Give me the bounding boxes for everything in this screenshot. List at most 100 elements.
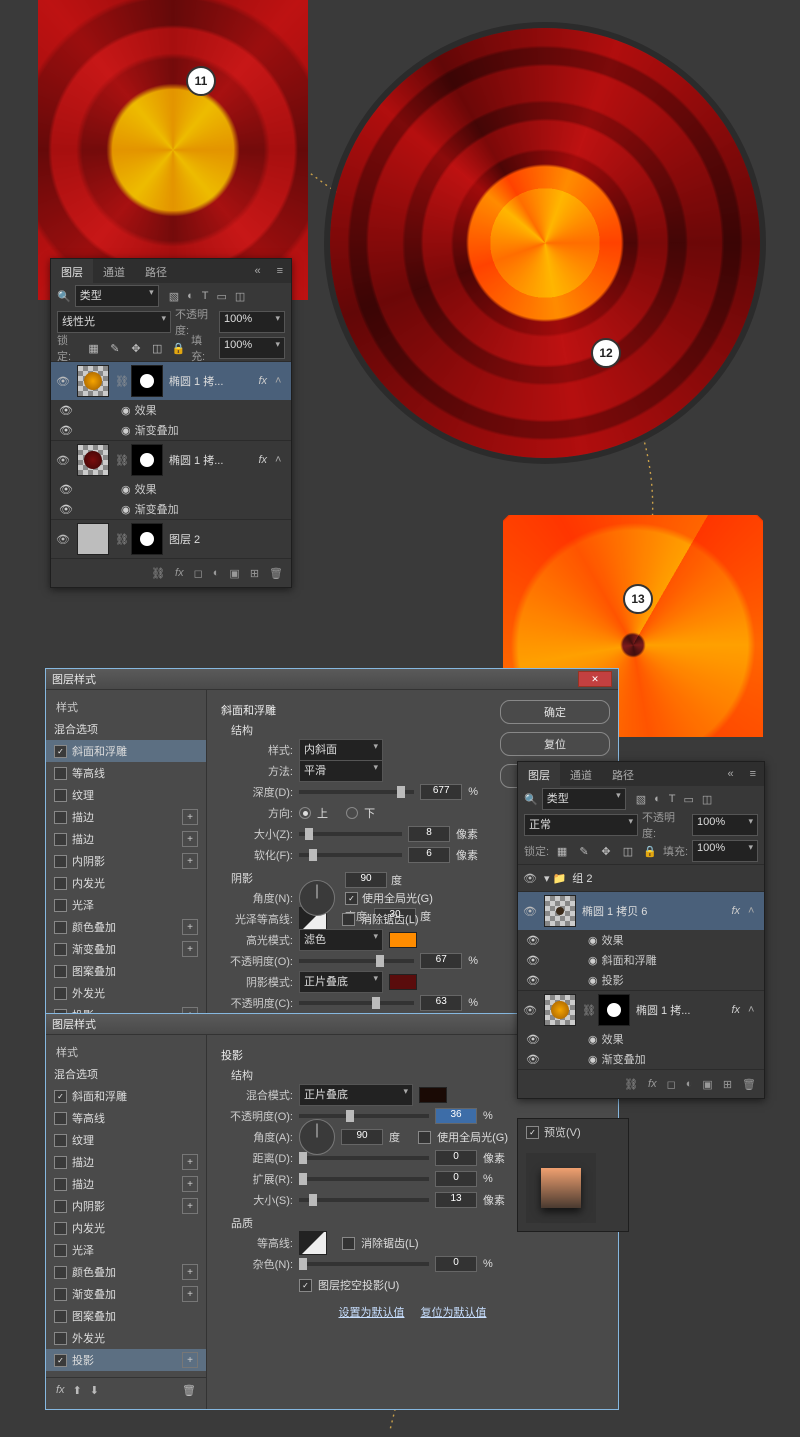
- reset-default-button[interactable]: 复位为默认值: [421, 1304, 487, 1320]
- visibility-icon[interactable]: 👁: [59, 404, 75, 417]
- inner-glow-item[interactable]: 内发光: [46, 872, 206, 894]
- satin-item[interactable]: 光泽: [46, 894, 206, 916]
- angle-input[interactable]: 90: [345, 872, 387, 888]
- knockout-checkbox[interactable]: ✓: [299, 1279, 312, 1292]
- bevel-item[interactable]: ✓斜面和浮雕: [46, 1085, 206, 1107]
- group-row[interactable]: 👁 ▾ 📁 组 2: [518, 864, 764, 891]
- add-icon[interactable]: +: [182, 919, 198, 935]
- layer-mask-thumb[interactable]: [598, 994, 630, 1026]
- depth-input[interactable]: 677: [420, 784, 462, 800]
- highlight-color-swatch[interactable]: [389, 932, 417, 948]
- opacity-input[interactable]: 100%: [219, 311, 285, 333]
- outer-glow-item[interactable]: 外发光: [46, 982, 206, 1004]
- outer-glow-item[interactable]: 外发光: [46, 1327, 206, 1349]
- global-light-checkbox[interactable]: ✓: [345, 892, 358, 905]
- filter-pixel-icon[interactable]: ▧: [169, 290, 179, 303]
- lock-artboard-icon[interactable]: ◫: [149, 339, 166, 357]
- panel-menu-icon[interactable]: ≡: [269, 259, 291, 283]
- add-icon[interactable]: +: [182, 941, 198, 957]
- layer-name[interactable]: 椭圆 1 拷...: [169, 373, 252, 389]
- tab-channels[interactable]: 通道: [93, 259, 135, 283]
- filter-adjust-icon[interactable]: ◐: [654, 793, 661, 805]
- filter-shape-icon[interactable]: ▭: [684, 793, 694, 806]
- inner-shadow-item[interactable]: 内阴影+: [46, 1195, 206, 1217]
- grad-overlay-item[interactable]: 渐变叠加+: [46, 1283, 206, 1305]
- filter-pixel-icon[interactable]: ▧: [636, 793, 646, 806]
- layer-name[interactable]: 椭圆 1 拷...: [636, 1002, 725, 1018]
- add-icon[interactable]: +: [182, 1286, 198, 1302]
- filter-smart-icon[interactable]: ◫: [235, 290, 245, 303]
- highlight-mode-select[interactable]: 滤色: [299, 929, 383, 951]
- blend-options-item[interactable]: 混合选项: [46, 718, 206, 740]
- visibility-icon[interactable]: 👁: [526, 954, 542, 967]
- group-icon[interactable]: ▣: [229, 567, 239, 580]
- add-icon[interactable]: +: [182, 1198, 198, 1214]
- distance-slider[interactable]: [299, 1156, 429, 1160]
- size-input[interactable]: 8: [408, 826, 450, 842]
- lock-paint-icon[interactable]: ✎: [575, 842, 593, 860]
- down-icon[interactable]: ⬇: [90, 1384, 99, 1397]
- noise-slider[interactable]: [299, 1262, 429, 1266]
- effects-row[interactable]: 👁◉ 效果: [51, 479, 291, 499]
- size-slider[interactable]: [299, 1198, 429, 1202]
- trash-icon[interactable]: 🗑: [182, 1384, 196, 1397]
- tab-layers[interactable]: 图层: [518, 762, 560, 786]
- adjustment-icon[interactable]: ◐: [686, 1078, 693, 1090]
- filter-smart-icon[interactable]: ◫: [702, 793, 712, 806]
- dir-down-radio[interactable]: [346, 807, 358, 819]
- opacity-input[interactable]: 100%: [692, 814, 758, 836]
- visibility-icon[interactable]: 👁: [55, 454, 71, 467]
- aa-checkbox[interactable]: [342, 1237, 355, 1250]
- link-layers-icon[interactable]: ⛓: [151, 567, 165, 580]
- bevel-row[interactable]: 👁◉ 斜面和浮雕: [518, 950, 764, 970]
- shadow-blend-select[interactable]: 正片叠底: [299, 1084, 413, 1106]
- size-slider[interactable]: [299, 832, 402, 836]
- angle-wheel[interactable]: [299, 880, 335, 916]
- visibility-icon[interactable]: 👁: [522, 905, 538, 918]
- visibility-icon[interactable]: 👁: [55, 533, 71, 546]
- panel-menu-icon[interactable]: ≡: [742, 762, 764, 786]
- satin-item[interactable]: 光泽: [46, 1239, 206, 1261]
- fx-badge[interactable]: fx: [731, 1004, 740, 1016]
- fx-badge[interactable]: fx: [258, 375, 267, 387]
- effects-row[interactable]: 👁◉ 效果: [518, 930, 764, 950]
- adjustment-icon[interactable]: ◐: [213, 567, 220, 579]
- layer-row-ellipse-copy-a[interactable]: 👁 ⛓ 椭圆 1 拷... fx ˄: [51, 361, 291, 400]
- visibility-icon[interactable]: 👁: [526, 934, 542, 947]
- filter-type-select[interactable]: 类型: [542, 788, 626, 810]
- panel-collapse-icon[interactable]: «: [246, 259, 268, 283]
- expand-icon[interactable]: ˄: [275, 375, 287, 387]
- layer-row-ellipse-copy-6[interactable]: 👁 椭圆 1 拷贝 6 fx ˄: [518, 891, 764, 930]
- filter-type-select[interactable]: 类型: [75, 285, 159, 307]
- filter-shape-icon[interactable]: ▭: [217, 290, 227, 303]
- lock-paint-icon[interactable]: ✎: [106, 339, 123, 357]
- aa-checkbox[interactable]: [342, 913, 355, 926]
- highlight-opacity-slider[interactable]: [299, 959, 414, 963]
- visibility-icon[interactable]: 👁: [59, 424, 75, 437]
- inner-glow-item[interactable]: 内发光: [46, 1217, 206, 1239]
- layer-mask-thumb[interactable]: [131, 444, 163, 476]
- visibility-icon[interactable]: 👁: [55, 375, 71, 388]
- tab-paths[interactable]: 路径: [135, 259, 177, 283]
- tab-channels[interactable]: 通道: [560, 762, 602, 786]
- layer-name[interactable]: 椭圆 1 拷贝 6: [582, 903, 725, 919]
- group-name[interactable]: 组 2: [572, 870, 760, 886]
- bevel-style-select[interactable]: 内斜面: [299, 739, 383, 761]
- grad-overlay-item[interactable]: 渐变叠加+: [46, 938, 206, 960]
- tab-layers[interactable]: 图层: [51, 259, 93, 283]
- size-input[interactable]: 13: [435, 1192, 477, 1208]
- spread-input[interactable]: 0: [435, 1171, 477, 1187]
- link-layers-icon[interactable]: ⛓: [624, 1078, 638, 1091]
- shadow-color-swatch[interactable]: [419, 1087, 447, 1103]
- fx-badge[interactable]: fx: [731, 905, 740, 917]
- depth-slider[interactable]: [299, 790, 414, 794]
- fx-menu-icon[interactable]: fx: [56, 1384, 65, 1397]
- gradient-overlay-row[interactable]: 👁◉ 渐变叠加: [51, 499, 291, 519]
- shadow-opacity-slider[interactable]: [299, 1001, 414, 1005]
- soften-input[interactable]: 6: [408, 847, 450, 863]
- shadow-opacity-input[interactable]: 36: [435, 1108, 477, 1124]
- gradient-overlay-row[interactable]: 👁◉ 渐变叠加: [518, 1049, 764, 1069]
- group-icon[interactable]: ▣: [702, 1078, 712, 1091]
- blend-mode-select[interactable]: 线性光: [57, 311, 171, 333]
- pattern-overlay-item[interactable]: 图案叠加: [46, 960, 206, 982]
